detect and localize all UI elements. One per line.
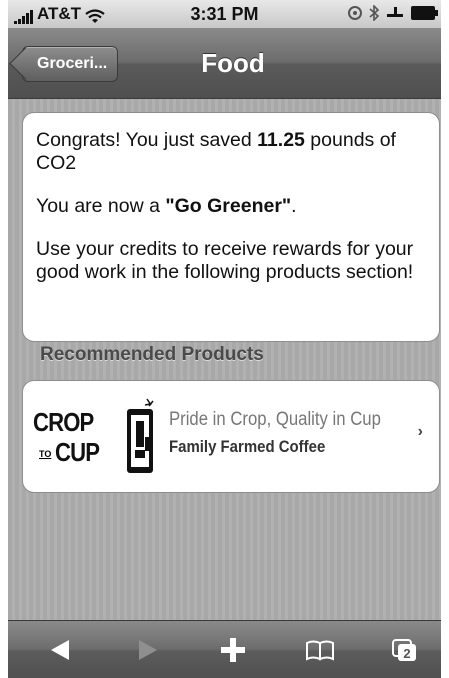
product-title: Pride in Crop, Quality in Cup — [169, 409, 381, 430]
status-text-prefix: You are now a — [36, 195, 166, 217]
status-message: You are now a "Go Greener". — [36, 195, 425, 218]
savings-message-card: Congrats! You just saved 11.25 pounds of… — [22, 112, 440, 342]
logo-text-crop: CROP — [33, 407, 94, 437]
back-arrow-icon[interactable] — [30, 621, 90, 678]
browser-toolbar: 2 — [8, 620, 441, 678]
forward-arrow-icon[interactable] — [118, 621, 178, 678]
product-row[interactable]: CROP TO CUP Pride in Crop, Quality in Cu… — [22, 380, 440, 493]
rewards-message: Use your credits to receive rewards for … — [36, 238, 414, 283]
tab-count: 2 — [403, 646, 410, 661]
safari-screen: AT&T 3:31 PM Groceri... Food Congrats! Y… — [8, 0, 441, 678]
battery-icon — [411, 6, 438, 20]
status-bar: AT&T 3:31 PM — [8, 0, 441, 28]
status-text-suffix: . — [291, 195, 297, 217]
status-icons — [348, 5, 438, 21]
logo-text-to: TO — [39, 449, 52, 459]
coffee-cup-logo-icon — [127, 398, 154, 473]
logo-text-cup: CUP — [55, 437, 100, 467]
savings-text-prefix: Congrats! You just saved — [36, 129, 258, 151]
back-button-label: Groceri... — [37, 55, 108, 72]
saved-amount: 11.25 — [257, 129, 305, 151]
lock-rotation-icon — [348, 6, 362, 20]
recommended-products-header: Recommended Products — [40, 344, 264, 365]
bluetooth-icon — [369, 5, 379, 21]
navigation-bar: Groceri... Food — [8, 28, 441, 99]
savings-message: Congrats! You just saved 11.25 pounds of… — [36, 129, 425, 175]
crop-to-cup-logo: CROP TO CUP — [33, 397, 159, 477]
status-level: "Go Greener" — [165, 195, 292, 217]
tabs-icon[interactable]: 2 — [374, 621, 434, 678]
charging-icon — [387, 7, 403, 17]
add-icon[interactable] — [203, 621, 263, 678]
page-title: Food — [201, 48, 265, 78]
bookmarks-icon[interactable] — [290, 621, 350, 678]
chevron-right-icon: › — [417, 423, 423, 440]
product-subtitle: Family Farmed Coffee — [169, 437, 326, 456]
back-button[interactable]: Groceri... — [22, 46, 119, 82]
